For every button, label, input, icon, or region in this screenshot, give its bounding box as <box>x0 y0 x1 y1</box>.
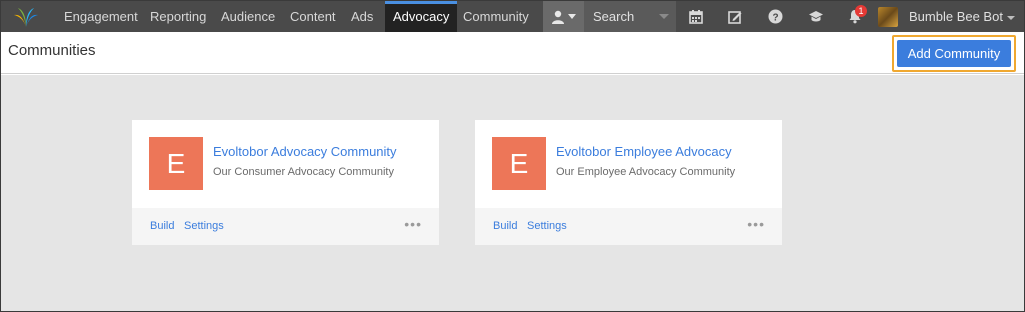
user-menu-button[interactable] <box>543 1 584 32</box>
nav-reporting[interactable]: Reporting <box>150 1 206 32</box>
card-body: E Evoltobor Employee Advocacy Our Employ… <box>475 120 782 208</box>
more-options-icon[interactable]: ••• <box>747 216 765 232</box>
more-options-icon[interactable]: ••• <box>404 216 422 232</box>
calendar-icon[interactable] <box>681 1 711 32</box>
settings-link[interactable]: Settings <box>184 220 224 232</box>
nav-engagement[interactable]: Engagement <box>64 1 138 32</box>
community-card: E Evoltobor Advocacy Community Our Consu… <box>132 120 439 245</box>
svg-text:?: ? <box>772 12 778 23</box>
community-title-link[interactable]: Evoltobor Advocacy Community <box>213 144 397 159</box>
compose-icon[interactable] <box>720 1 750 32</box>
communities-area: E Evoltobor Advocacy Community Our Consu… <box>1 75 1024 311</box>
card-body: E Evoltobor Advocacy Community Our Consu… <box>132 120 439 208</box>
top-nav: Engagement Reporting Audience Content Ad… <box>1 1 1024 32</box>
nav-content[interactable]: Content <box>290 1 336 32</box>
app-window: Engagement Reporting Audience Content Ad… <box>0 0 1025 312</box>
user-name-label: Bumble Bee Bot <box>909 9 1003 24</box>
community-logo[interactable]: E <box>492 137 546 190</box>
notification-badge: 1 <box>855 5 867 17</box>
build-link[interactable]: Build <box>493 220 517 232</box>
logo-icon[interactable] <box>1 1 51 32</box>
user-account-menu[interactable]: Bumble Bee Bot <box>909 1 1015 32</box>
page-header: Communities Add Community <box>1 32 1024 74</box>
community-logo[interactable]: E <box>149 137 203 190</box>
nav-ads[interactable]: Ads <box>351 1 373 32</box>
nav-advocacy[interactable]: Advocacy <box>385 1 458 32</box>
community-description: Our Employee Advocacy Community <box>556 166 736 178</box>
card-footer: Build Settings ••• <box>475 208 782 245</box>
community-title-link[interactable]: Evoltobor Employee Advocacy <box>556 144 732 159</box>
settings-link[interactable]: Settings <box>527 220 567 232</box>
help-icon[interactable]: ? <box>760 1 790 32</box>
card-footer: Build Settings ••• <box>132 208 439 245</box>
community-description: Our Consumer Advocacy Community <box>213 166 394 178</box>
bell-icon[interactable] <box>840 1 870 32</box>
community-card: E Evoltobor Employee Advocacy Our Employ… <box>475 120 782 245</box>
add-community-highlight: Add Community <box>892 35 1016 72</box>
avatar[interactable] <box>878 7 898 27</box>
search-input[interactable]: Search <box>584 1 676 32</box>
page-title: Communities <box>8 42 96 59</box>
user-icon <box>552 10 564 24</box>
chevron-down-icon <box>568 13 576 19</box>
add-community-button[interactable]: Add Community <box>897 40 1011 67</box>
nav-audience[interactable]: Audience <box>221 1 275 32</box>
learning-icon[interactable] <box>801 1 831 32</box>
chevron-down-icon <box>1006 15 1015 20</box>
nav-community[interactable]: Community <box>463 1 529 32</box>
build-link[interactable]: Build <box>150 220 174 232</box>
